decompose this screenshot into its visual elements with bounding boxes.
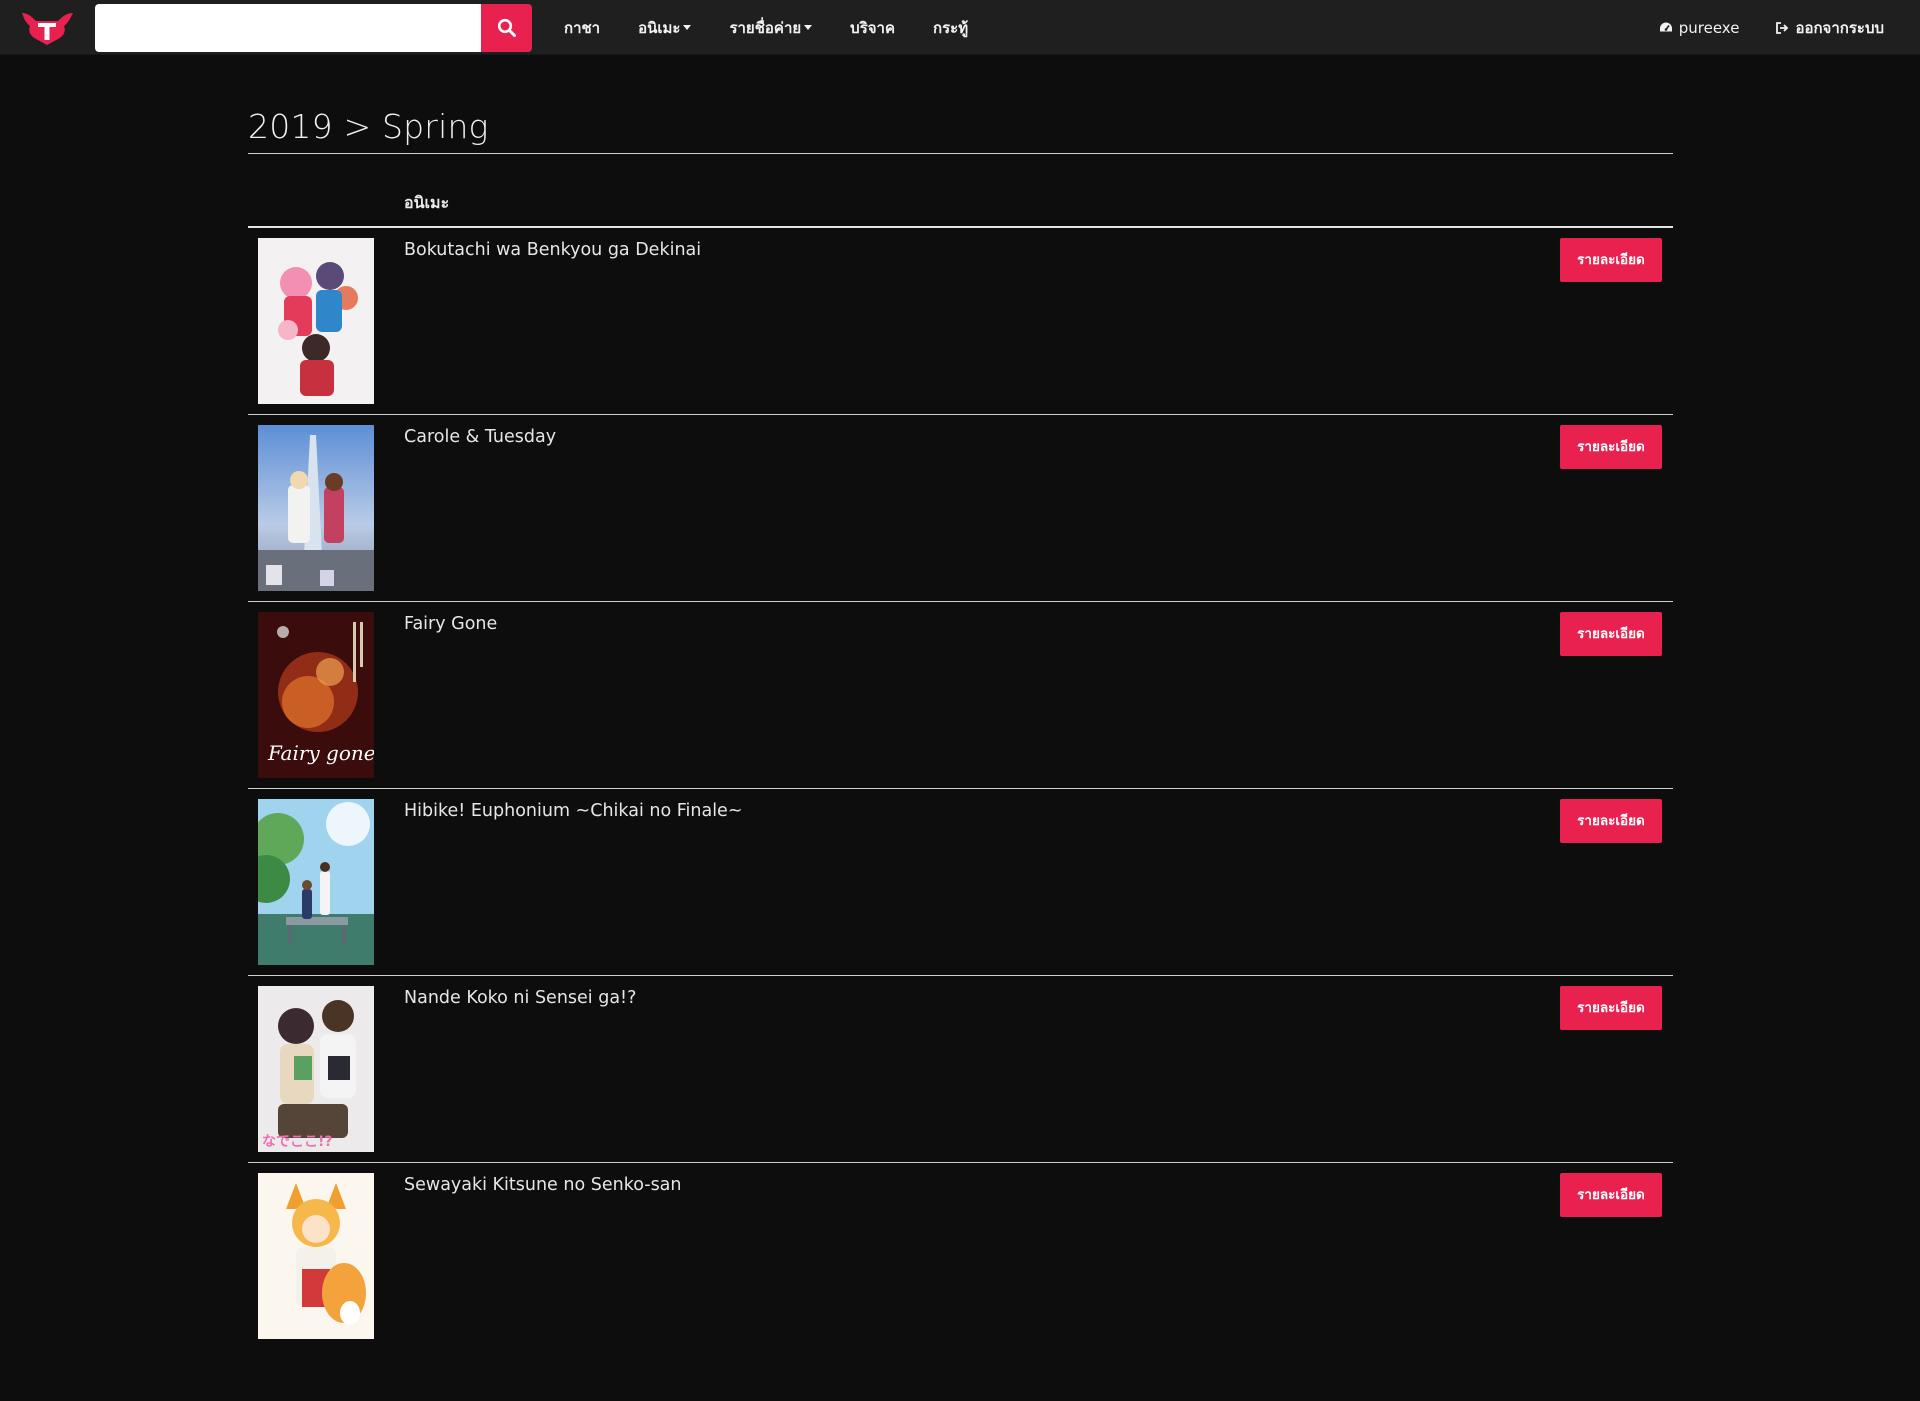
svg-text:Fairy gone: Fairy gone [267, 741, 374, 765]
anime-poster[interactable] [258, 1173, 374, 1339]
action-cell: รายละเอียด [1543, 975, 1673, 1163]
user-profile-link[interactable]: pureexe [1641, 0, 1758, 55]
search-input[interactable] [95, 4, 481, 52]
search-form [95, 4, 532, 52]
svg-text:なでここ!?: なでここ!? [262, 1134, 333, 1150]
detail-button[interactable]: รายละเอียด [1560, 425, 1662, 469]
detail-button[interactable]: รายละเอียด [1560, 1173, 1662, 1217]
nav-studios-dropdown[interactable]: รายชื่อค่าย [710, 0, 831, 55]
action-cell: รายละเอียด [1543, 788, 1673, 976]
nav-donate-label: บริจาค [850, 18, 895, 37]
action-cell: รายละเอียด [1543, 414, 1673, 602]
table-header-row: อนิเมะ [248, 191, 1673, 228]
thumbnail-cell: なでここ!? [248, 975, 394, 1163]
thumbnail-header [248, 191, 394, 228]
nav-forum-label: กระทู้ [933, 18, 969, 37]
site-logo[interactable] [20, 9, 75, 45]
table-row: Carole & Tuesday รายละเอียด [248, 414, 1673, 602]
action-cell: รายละเอียด [1543, 601, 1673, 789]
logo-icon [22, 13, 73, 45]
detail-button[interactable]: รายละเอียด [1560, 612, 1662, 656]
logout-label: ออกจากระบบ [1795, 18, 1884, 37]
anime-poster[interactable]: なでここ!? [258, 986, 374, 1152]
anime-poster[interactable] [258, 799, 374, 965]
table-row: Fairy gone Fairy Gone รายละเอียด [248, 601, 1673, 789]
caret-down-icon [683, 25, 692, 30]
anime-name[interactable]: Carole & Tuesday [394, 414, 1543, 602]
top-navbar: กาชา อนิเมะ รายชื่อค่าย บริจาค กระทู้ pu… [0, 0, 1920, 55]
table-row: なでここ!? Nande Koko ni Sensei ga!? รายละเอ… [248, 975, 1673, 1163]
anime-name[interactable]: Bokutachi wa Benkyou ga Dekinai [394, 227, 1543, 415]
search-button[interactable] [481, 4, 532, 52]
anime-name[interactable]: Hibike! Euphonium ~Chikai no Finale~ [394, 788, 1543, 976]
action-cell: รายละเอียด [1543, 227, 1673, 415]
page-title: 2019 > Spring [248, 104, 1673, 154]
anime-name[interactable]: Fairy Gone [394, 601, 1543, 789]
sign-out-icon [1775, 21, 1789, 35]
nav-anime-label: อนิเมะ [638, 18, 681, 37]
logout-link[interactable]: ออกจากระบบ [1757, 0, 1902, 55]
anime-table: อนิเมะ Bokutachi wa Benkyou ga Dekinai ร… [248, 191, 1673, 1350]
nav-donate[interactable]: บริจาค [831, 0, 914, 55]
nav-studios-label: รายชื่อค่าย [729, 18, 802, 37]
thumbnail-cell [248, 414, 394, 602]
action-column-header [1543, 191, 1673, 228]
user-nav: pureexe ออกจากระบบ [1641, 0, 1902, 55]
anime-name[interactable]: Nande Koko ni Sensei ga!? [394, 975, 1543, 1163]
detail-button[interactable]: รายละเอียด [1560, 238, 1662, 282]
anime-poster[interactable] [258, 425, 374, 591]
anime-column-header: อนิเมะ [394, 191, 1543, 228]
main-nav: กาชา อนิเมะ รายชื่อค่าย บริจาค กระทู้ [545, 0, 987, 55]
nav-forum[interactable]: กระทู้ [914, 0, 987, 55]
main-content: 2019 > Spring อนิเมะ Bokutachi wa Benkyo… [248, 104, 1673, 1350]
search-icon [497, 18, 516, 37]
nav-gacha[interactable]: กาชา [545, 0, 619, 55]
detail-button[interactable]: รายละเอียด [1560, 986, 1662, 1030]
nav-gacha-label: กาชา [564, 18, 601, 37]
table-row: Hibike! Euphonium ~Chikai no Finale~ ราย… [248, 788, 1673, 976]
thumbnail-cell [248, 1163, 394, 1350]
nav-anime-dropdown[interactable]: อนิเมะ [619, 0, 710, 55]
dashboard-icon [1659, 21, 1673, 35]
anime-name[interactable]: Sewayaki Kitsune no Senko-san [394, 1163, 1543, 1350]
anime-poster[interactable]: Fairy gone [258, 612, 374, 778]
table-row: Sewayaki Kitsune no Senko-san รายละเอียด [248, 1163, 1673, 1350]
username: pureexe [1678, 18, 1740, 37]
thumbnail-cell: Fairy gone [248, 601, 394, 789]
anime-poster[interactable] [258, 238, 374, 404]
table-row: Bokutachi wa Benkyou ga Dekinai รายละเอี… [248, 227, 1673, 415]
thumbnail-cell [248, 788, 394, 976]
action-cell: รายละเอียด [1543, 1163, 1673, 1350]
thumbnail-cell [248, 227, 394, 415]
caret-down-icon [804, 25, 813, 30]
detail-button[interactable]: รายละเอียด [1560, 799, 1662, 843]
